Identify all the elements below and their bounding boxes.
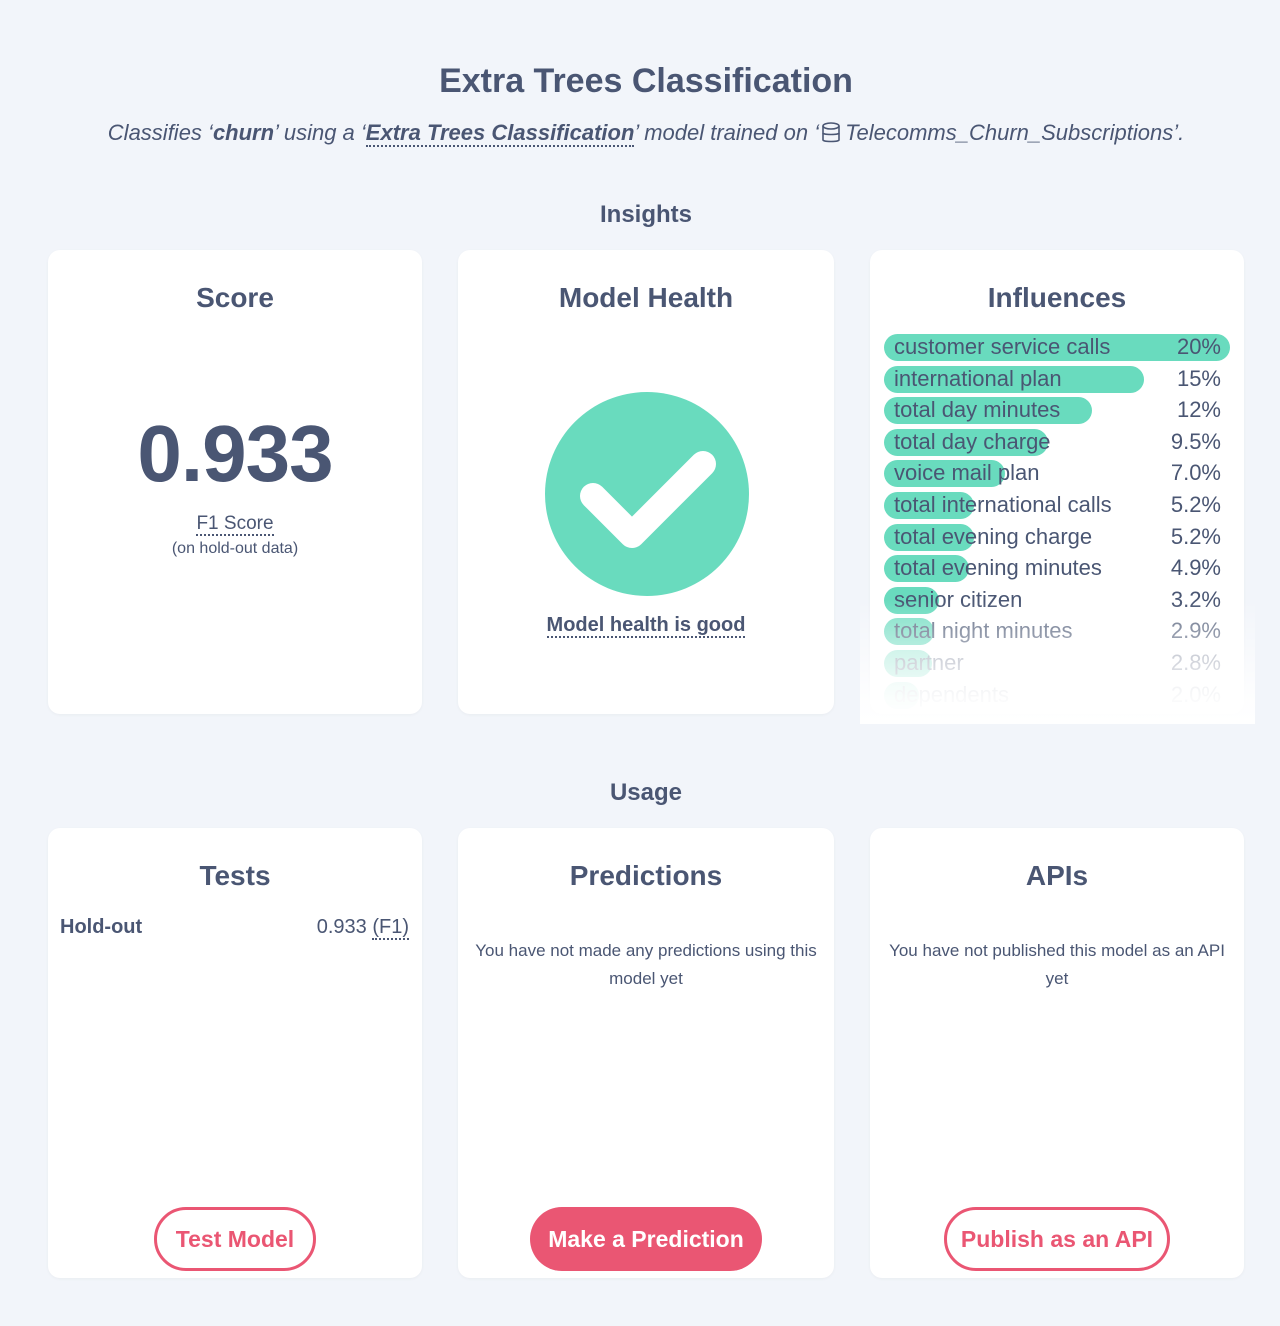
influence-name: total evening charge (894, 523, 1093, 549)
tests-card-title: Tests (199, 860, 271, 891)
checkmark-icon (545, 392, 749, 596)
influence-value: 9.5% (1170, 428, 1221, 454)
influence-name: customer service calls (894, 334, 1111, 359)
influence-row[interactable]: total evening charge 5.2% (860, 522, 1255, 551)
test-row-value: 0.933 (F1) (316, 916, 409, 940)
influence-value: 7.0% (1170, 460, 1221, 486)
influences-list[interactable]: customer service calls 20% international p… (860, 332, 1255, 724)
influence-value: 2.8% (1170, 650, 1221, 675)
influence-value: 5.2% (1170, 492, 1221, 517)
score-metric-label[interactable]: F1 Score (196, 513, 274, 536)
test-model-button[interactable]: Test Model (154, 1207, 316, 1271)
influence-value: 12% (1176, 397, 1221, 423)
model-type-link[interactable]: Extra Trees Classification (365, 120, 635, 147)
apis-card-title: APIs (1025, 860, 1089, 891)
influence-value: 4.9% (1170, 555, 1221, 581)
influence-value: 5.2% (1170, 523, 1221, 549)
influence-name: total night minutes (894, 618, 1073, 644)
dataset-link[interactable]: Telecomms_Churn_Subscriptions (845, 120, 1173, 145)
predictions-card-title: Predictions (569, 860, 723, 891)
influence-value: 2.9% (1170, 618, 1221, 644)
influence-row[interactable]: dependents 2.0% (860, 680, 1255, 709)
influence-row[interactable]: total evening minutes 4.9% (860, 553, 1255, 583)
subtitle-mid1: ’ using a ‘ (274, 120, 366, 145)
influence-name: dependents (894, 681, 1009, 707)
influence-value: 15% (1176, 365, 1221, 391)
test-metric[interactable]: (F1) (372, 916, 409, 940)
influence-row[interactable]: total day charge 9.5% (860, 427, 1255, 456)
influence-row[interactable]: international plan 15% (860, 364, 1255, 393)
subtitle-suffix: ’. (1173, 120, 1185, 145)
influence-name: total evening minutes (894, 555, 1102, 581)
influence-value: 20% (1176, 334, 1221, 359)
influence-name: senior citizen (894, 586, 1023, 612)
influence-value: 3.2% (1170, 586, 1221, 612)
test-score: 0.933 (316, 916, 367, 938)
model-overview-page: Extra Trees Classification Classifies ‘c… (0, 0, 1280, 1326)
page-title: Extra Trees Classification (439, 62, 853, 100)
insights-heading: Insights (599, 201, 692, 228)
test-row-label: Hold-out (60, 916, 143, 938)
subtitle-prefix: Classifies ‘ (107, 120, 213, 145)
score-metric[interactable]: F1 Score (48, 513, 422, 536)
make-prediction-button[interactable]: Make a Prediction (530, 1207, 762, 1271)
influence-row[interactable]: customer service calls 20% (860, 332, 1255, 361)
score-value: 0.933 (137, 409, 333, 498)
score-note: (on hold-out data) (171, 540, 299, 557)
model-health-card-title: Model Health (558, 282, 734, 313)
influence-row[interactable]: total night minutes 2.9% (860, 616, 1255, 646)
influence-name: voice mail plan (894, 460, 1040, 486)
publish-api-button[interactable]: Publish as an API (944, 1207, 1170, 1271)
influences-card-title: Influences (987, 282, 1127, 313)
predictions-empty-message: You have not made any predictions using … (475, 941, 817, 988)
influence-row[interactable]: partner 2.8% (860, 648, 1255, 677)
influence-row[interactable]: total international calls 5.2% (860, 490, 1255, 519)
influence-name: total day minutes (894, 397, 1061, 423)
influence-row[interactable]: senior citizen 3.2% (860, 585, 1255, 614)
page-subtitle: Classifies ‘churn’ using a ‘Extra Trees … (0, 120, 1280, 150)
model-health-status-label[interactable]: Model health is good (546, 614, 746, 638)
influence-value: 2.0% (1170, 681, 1221, 707)
influence-name: total day charge (894, 428, 1051, 454)
influence-row[interactable]: voice mail plan 7.0% (860, 458, 1255, 488)
influence-name: partner (894, 650, 964, 675)
usage-heading: Usage (609, 779, 683, 806)
influence-name: international plan (894, 365, 1062, 391)
subtitle-mid2: ’ model trained on ‘ (634, 120, 820, 145)
score-card-title: Score (196, 282, 274, 313)
target-name: churn (212, 120, 275, 145)
database-icon (821, 122, 841, 150)
model-health-status[interactable]: Model health is good (458, 614, 834, 638)
influence-row[interactable]: total day minutes 12% (860, 395, 1255, 425)
apis-empty-message: You have not published this model as an … (889, 941, 1225, 988)
influence-name: total international calls (894, 492, 1112, 517)
